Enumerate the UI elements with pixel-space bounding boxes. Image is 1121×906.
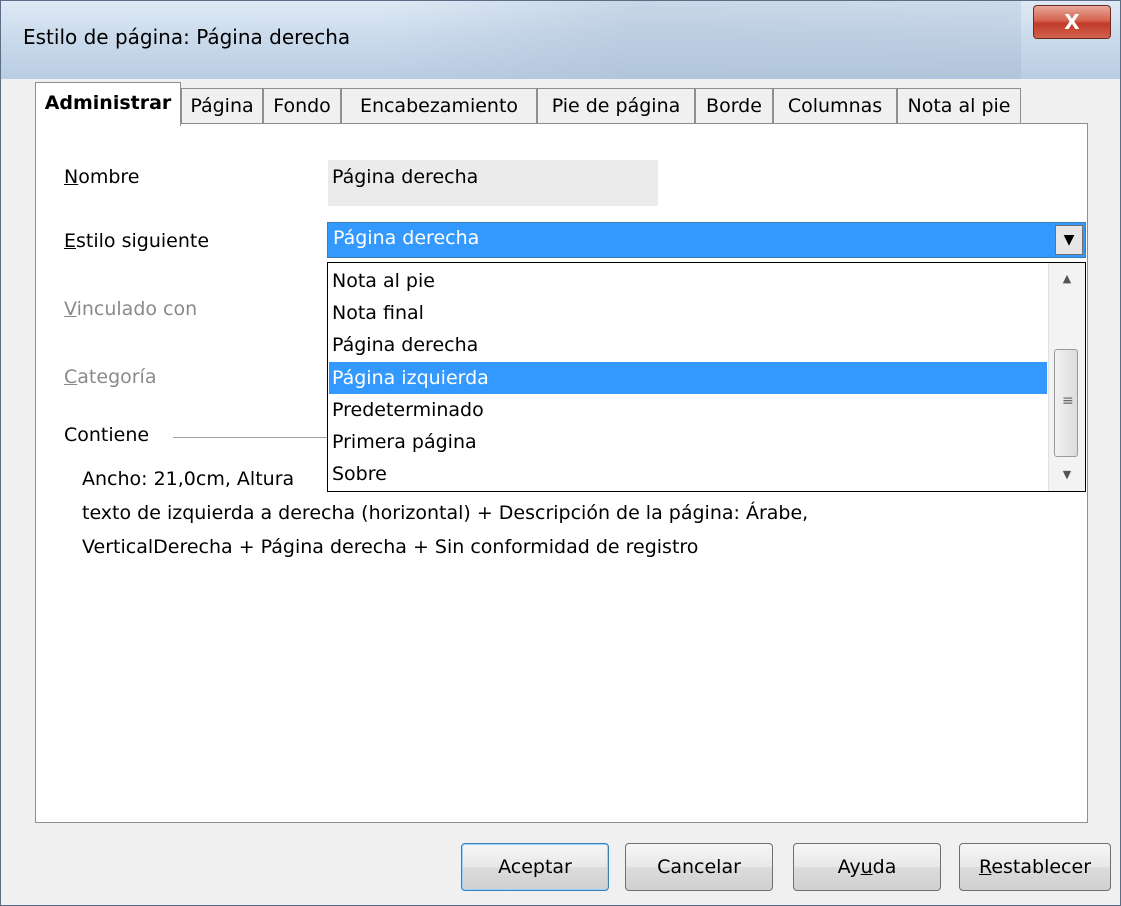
nombre-field[interactable]: Página derecha (328, 160, 658, 206)
cancelar-button[interactable]: Cancelar (625, 843, 773, 891)
dropdown-option-highlighted[interactable]: Página izquierda (329, 362, 1047, 394)
close-icon: X (1064, 10, 1080, 34)
page-style-dialog: Estilo de página: Página derecha X Admin… (0, 0, 1121, 906)
categoria-label: Categoría (64, 366, 157, 388)
estilo-siguiente-value: Página derecha (333, 227, 480, 249)
dropdown-option[interactable]: Página derecha (329, 329, 1047, 361)
scroll-up-icon[interactable]: ▲ (1055, 269, 1079, 289)
administrar-panel: Nombre Página derecha Estilo siguiente P… (35, 123, 1088, 823)
restablecer-button[interactable]: Restablecer (959, 843, 1111, 891)
description-line: texto de izquierda a derecha (horizontal… (82, 502, 809, 524)
ayuda-button[interactable]: Ayuda (793, 843, 941, 891)
dropdown-option[interactable]: Sobre (329, 458, 1047, 490)
nombre-label: Nombre (64, 166, 140, 188)
estilo-siguiente-select[interactable]: Página derecha ▼ (327, 222, 1086, 258)
close-button[interactable]: X (1033, 5, 1111, 39)
dropdown-option[interactable]: Nota final (329, 297, 1047, 329)
dropdown-option[interactable]: Predeterminado (329, 394, 1047, 426)
estilo-siguiente-label: Estilo siguiente (64, 230, 210, 252)
tab-pie-de-pagina[interactable]: Pie de página (537, 88, 695, 124)
description-line: VerticalDerecha + Página derecha + Sin c… (82, 536, 699, 558)
tab-nota-al-pie[interactable]: Nota al pie (897, 88, 1021, 124)
scroll-thumb[interactable]: ≡ (1054, 349, 1078, 457)
aceptar-button[interactable]: Aceptar (461, 843, 609, 891)
tab-encabezamiento[interactable]: Encabezamiento (341, 88, 537, 124)
chevron-down-icon[interactable]: ▼ (1055, 225, 1083, 255)
dropdown-option[interactable]: Primera página (329, 426, 1047, 458)
contiene-label: Contiene (64, 424, 150, 446)
title-bar[interactable]: Estilo de página: Página derecha X (1, 1, 1120, 79)
tab-borde[interactable]: Borde (695, 88, 773, 124)
estilo-siguiente-dropdown-list[interactable]: Nota al pie Nota final Página derecha Pá… (327, 262, 1086, 492)
dropdown-option[interactable]: Nota al pie (329, 265, 1047, 297)
scroll-down-icon[interactable]: ▼ (1055, 465, 1079, 485)
dropdown-scrollbar[interactable]: ▲ ≡ ▼ (1048, 263, 1085, 491)
window-title: Estilo de página: Página derecha (23, 25, 351, 49)
contiene-separator (173, 437, 329, 438)
tab-pagina[interactable]: Página (181, 88, 263, 124)
vinculado-con-label: Vinculado con (64, 298, 198, 320)
tab-administrar[interactable]: Administrar (35, 82, 181, 126)
title-bar-glass (381, 1, 1021, 79)
tab-columnas[interactable]: Columnas (773, 88, 897, 124)
grip-icon: ≡ (1062, 393, 1074, 409)
tab-fondo[interactable]: Fondo (263, 88, 341, 124)
